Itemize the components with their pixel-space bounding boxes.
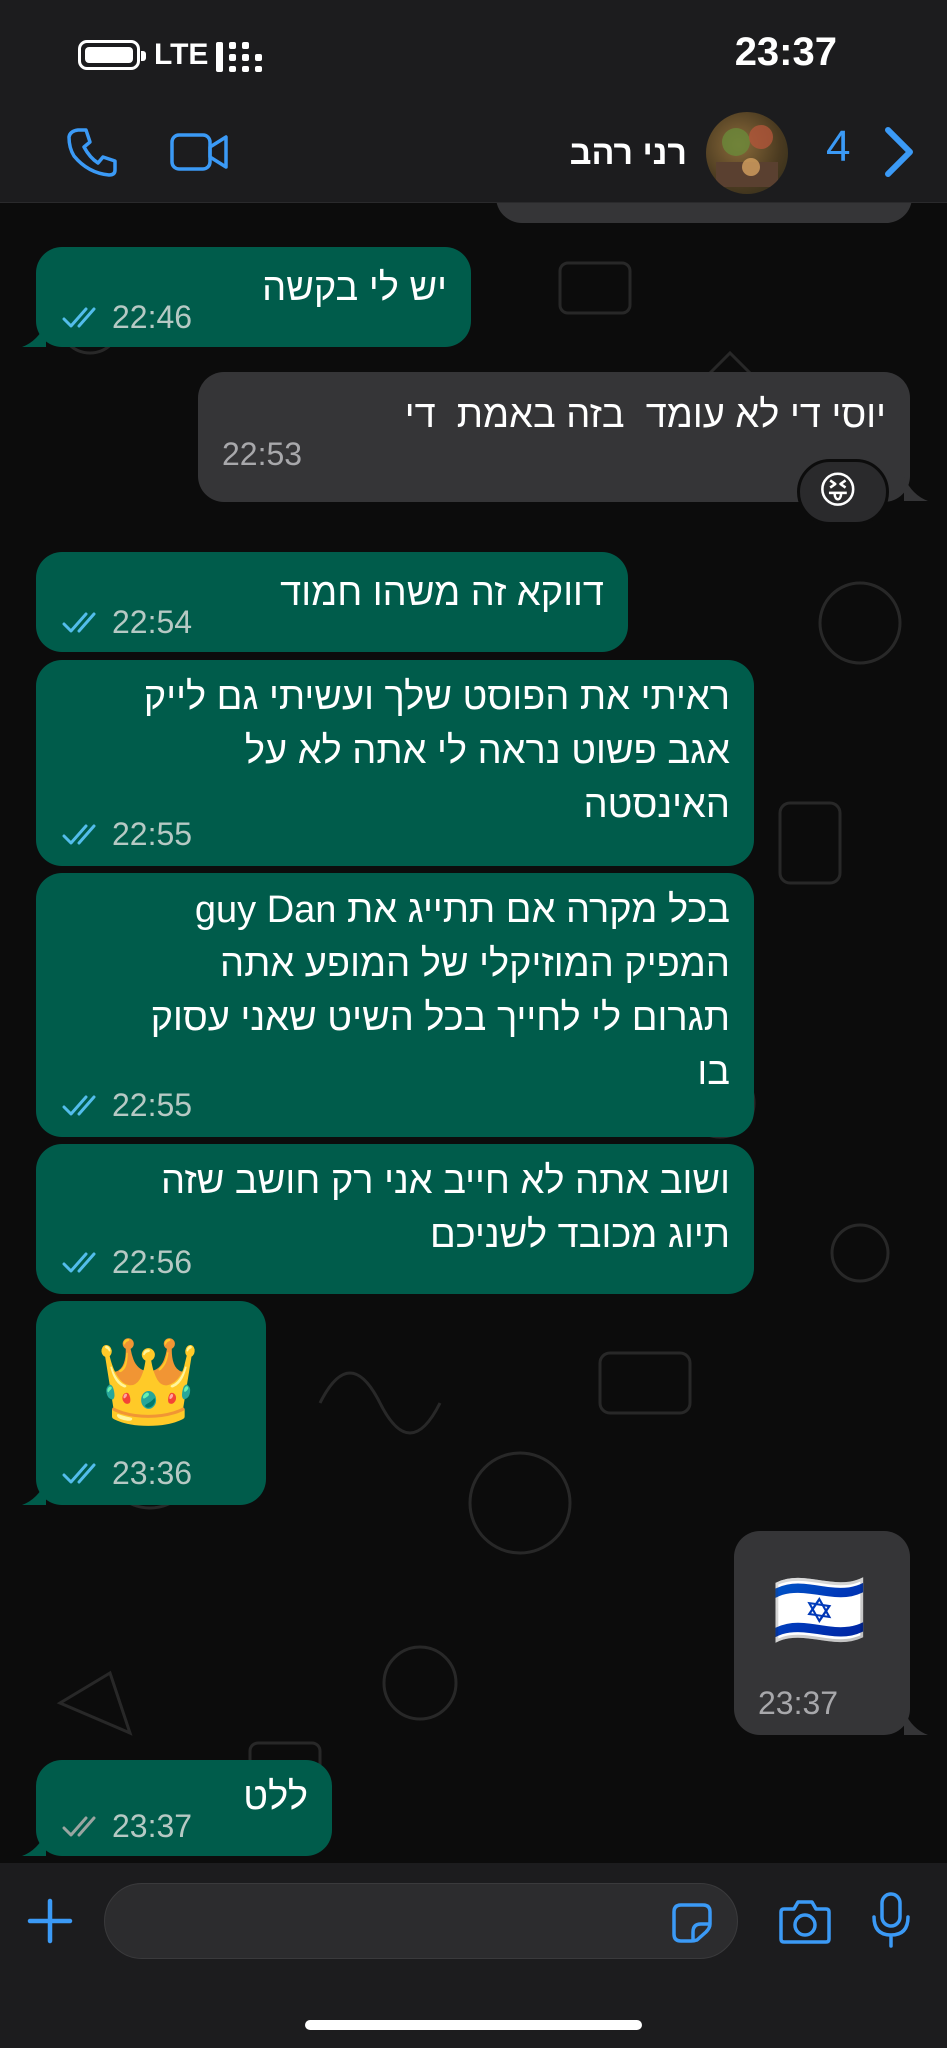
message-time: 22:46 xyxy=(112,299,193,335)
message-time: 22:56 xyxy=(112,1244,193,1280)
message-bubble-outgoing[interactable]: יש לי בקשה 22:46 xyxy=(36,247,471,347)
bubble-tail xyxy=(904,1711,928,1735)
network-type: LTE xyxy=(154,38,209,71)
chat-area[interactable]: יש לי בקשה 22:46 יוסי די לא עומד בזה באמ… xyxy=(0,203,947,1863)
unread-count[interactable]: 4 xyxy=(826,122,850,172)
message-meta: 22:46 xyxy=(62,299,192,336)
message-time: 22:54 xyxy=(112,604,193,640)
message-bubble-incoming[interactable]: 🇮🇱 23:37 xyxy=(734,1531,910,1735)
double-check-icon xyxy=(62,1463,96,1483)
message-input[interactable] xyxy=(104,1883,738,1959)
message-bubble-outgoing[interactable]: דווקא זה משהו חמוד 22:54 xyxy=(36,552,628,652)
message-meta: 22:55 xyxy=(62,816,192,853)
message-meta: 23:37 xyxy=(758,1685,838,1722)
message-meta: 22:56 xyxy=(62,1244,192,1281)
input-bar xyxy=(0,1863,947,2048)
chat-header: רני רהב 4 xyxy=(0,112,947,203)
sticker-icon[interactable] xyxy=(671,1902,713,1944)
israel-flag-emoji: 🇮🇱 xyxy=(772,1568,867,1653)
message-text: יוסי די לא עומד בזה באמת די xyxy=(404,394,886,436)
bubble-tail xyxy=(22,323,46,347)
message-text: דווקא זה משהו חמוד xyxy=(280,572,604,614)
message-bubble-outgoing[interactable]: 👑 23:36 xyxy=(36,1301,266,1505)
chevron-right-icon[interactable] xyxy=(882,124,916,180)
message-text: ללט xyxy=(243,1776,308,1818)
message-meta: 22:54 xyxy=(62,604,192,641)
contact-name[interactable]: רני רהב xyxy=(570,134,687,173)
message-time: 23:36 xyxy=(112,1455,193,1491)
message-meta: 23:37 xyxy=(62,1808,192,1845)
message-bubble-previous[interactable] xyxy=(496,203,912,223)
message-time: 23:37 xyxy=(758,1685,839,1721)
home-indicator[interactable] xyxy=(305,2020,642,2030)
phone-icon[interactable] xyxy=(66,126,118,178)
message-time: 22:55 xyxy=(112,816,193,852)
message-bubble-outgoing[interactable]: בכל מקרה אם תתייג את guy Dan המפיק המוזי… xyxy=(36,873,754,1137)
reaction-emoji: 😝 xyxy=(818,468,858,512)
message-text: ושוב אתה לא חייב אני רק חושב שזה תיוג מכ… xyxy=(161,1160,730,1256)
double-check-icon xyxy=(62,824,96,844)
bubble-tail xyxy=(22,1832,46,1856)
status-bar: LTE 23:37 xyxy=(0,0,947,112)
message-bubble-outgoing[interactable]: ושוב אתה לא חייב אני רק חושב שזה תיוג מכ… xyxy=(36,1144,754,1294)
message-meta: 22:55 xyxy=(62,1087,192,1124)
microphone-icon[interactable] xyxy=(868,1891,914,1949)
reaction-badge[interactable]: 😝 xyxy=(797,459,889,525)
bubble-tail xyxy=(22,1481,46,1505)
avatar[interactable] xyxy=(706,112,788,194)
double-check-icon xyxy=(62,307,96,327)
status-time: 23:37 xyxy=(734,30,837,74)
message-meta: 22:53 xyxy=(222,436,302,473)
message-text: ראיתי את הפוסט שלך ועשיתי גם לייק אגב פש… xyxy=(143,676,730,826)
message-bubble-outgoing[interactable]: ראיתי את הפוסט שלך ועשיתי גם לייק אגב פש… xyxy=(36,660,754,866)
camera-icon[interactable] xyxy=(778,1897,832,1945)
plus-icon[interactable] xyxy=(26,1897,74,1945)
video-icon[interactable] xyxy=(170,130,230,174)
message-time: 22:53 xyxy=(222,436,303,472)
double-check-icon xyxy=(62,612,96,632)
double-check-icon xyxy=(62,1252,96,1272)
message-time: 22:55 xyxy=(112,1087,193,1123)
battery-icon xyxy=(78,40,146,70)
message-time: 23:37 xyxy=(112,1808,193,1844)
message-meta: 23:36 xyxy=(62,1455,192,1492)
message-text: בכל מקרה אם תתייג את guy Dan המפיק המוזי… xyxy=(150,889,730,1093)
signal-icon xyxy=(216,42,262,72)
crown-emoji: 👑 xyxy=(96,1334,201,1428)
message-text: יש לי בקשה xyxy=(262,267,447,309)
message-bubble-outgoing[interactable]: ללט 23:37 xyxy=(36,1760,332,1856)
double-check-icon xyxy=(62,1095,96,1115)
bubble-tail xyxy=(904,477,928,501)
double-check-icon xyxy=(62,1816,96,1836)
